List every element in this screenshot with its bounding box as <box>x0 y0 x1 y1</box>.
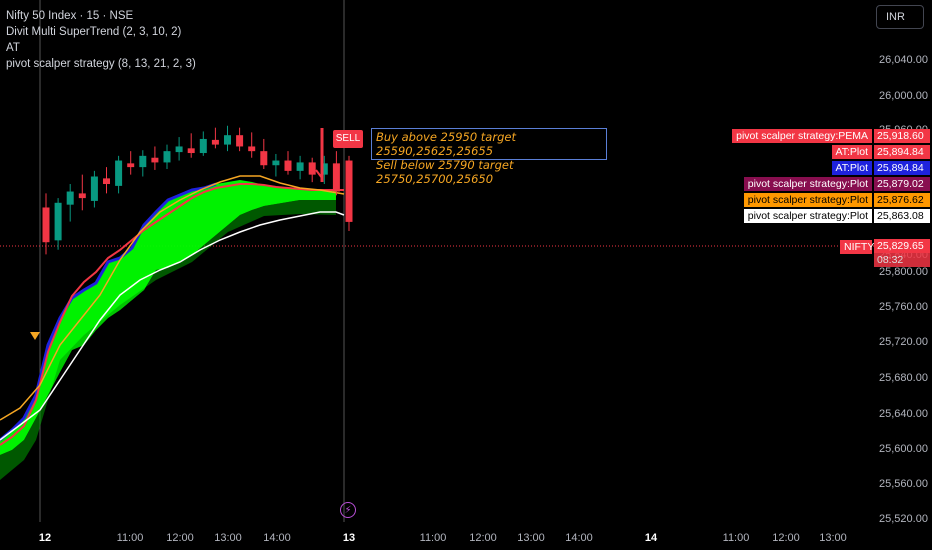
price-chart[interactable] <box>0 0 932 550</box>
plot-label-value: 25,918.60 <box>874 129 930 143</box>
indicator-at[interactable]: AT <box>6 40 196 56</box>
time-axis-tick: 11:00 <box>722 532 750 544</box>
plot-label-name: AT:Plot <box>831 161 872 175</box>
symbol-title[interactable]: Nifty 50 Index · 15 · NSE <box>6 8 196 24</box>
chart-legend: Nifty 50 Index · 15 · NSE Divit Multi Su… <box>6 8 196 72</box>
plot-label-value: 25,894.84 <box>874 145 930 159</box>
candle-body <box>115 160 123 186</box>
target-annotation-box: Buy above 25950 target 25590,25625,25655… <box>371 128 607 186</box>
plot-label-name: AT:Plot <box>831 145 872 159</box>
price-axis-tick: 25,520.00 <box>879 513 928 525</box>
time-axis-tick: 12:00 <box>166 532 194 544</box>
candle-body <box>187 148 195 154</box>
indicator-supertrend[interactable]: Divit Multi SuperTrend (2, 3, 10, 2) <box>6 24 196 40</box>
time-axis-tick: 13:00 <box>517 532 545 544</box>
time-axis-tick: 14:00 <box>565 532 593 544</box>
candle-body <box>308 162 316 175</box>
candle-body <box>272 160 280 166</box>
candle-body <box>284 160 292 171</box>
price-axis-tick: 25,800.00 <box>879 266 928 278</box>
plot-label-value: 25,879.02 <box>874 177 930 191</box>
plot-label-name: pivot scalper strategy:Plot <box>743 209 872 223</box>
price-axis-tick: 25,600.00 <box>879 443 928 455</box>
candle-body <box>296 162 304 171</box>
plot-label-name: pivot scalper strategy:Plot <box>743 193 872 207</box>
buy-target-text: Buy above 25950 target 25590,25625,25655 <box>376 130 516 158</box>
price-axis-tick: 25,720.00 <box>879 336 928 348</box>
time-axis-tick: 11:00 <box>419 532 447 544</box>
time-axis-tick: 12:00 <box>469 532 497 544</box>
time-axis-tick: 12:00 <box>772 532 800 544</box>
indicator-pivot-scalper[interactable]: pivot scalper strategy (8, 13, 21, 2, 3) <box>6 56 196 72</box>
last-price-value: 25,829.65 <box>874 239 930 253</box>
candle-body <box>175 146 183 153</box>
candle-body <box>224 135 231 145</box>
candle-body <box>90 176 98 201</box>
price-axis-tick: 25,560.00 <box>879 478 928 490</box>
candle-body <box>151 157 159 163</box>
plot-label-name: pivot scalper strategy:Plot <box>743 177 872 191</box>
candle-body <box>78 193 86 199</box>
plot-label-value: 25,876.62 <box>874 193 930 207</box>
last-price-symbol: NIFTY <box>840 240 874 254</box>
currency-button[interactable]: INR <box>876 5 924 29</box>
price-axis-tick: 25,640.00 <box>879 408 928 420</box>
candle-body <box>248 146 256 152</box>
candle-body <box>139 155 147 168</box>
signal-triangle-down <box>30 332 40 340</box>
time-axis-tick: 13 <box>342 532 356 544</box>
lightning-icon[interactable]: ⚡ <box>340 502 356 518</box>
sell-signal-badge: SELL <box>333 130 363 148</box>
candle-body <box>163 151 171 163</box>
time-axis-tick: 13:00 <box>214 532 242 544</box>
price-axis-tick: 26,000.00 <box>879 90 928 102</box>
time-axis-tick: 14:00 <box>263 532 291 544</box>
time-axis-tick: 12 <box>38 532 52 544</box>
time-axis-tick: 14 <box>644 532 658 544</box>
candle-body <box>211 139 219 145</box>
time-axis-tick: 11:00 <box>116 532 144 544</box>
candle-body <box>103 178 110 185</box>
supertrend-fill-band <box>0 180 336 455</box>
price-axis-tick: 26,040.00 <box>879 54 928 66</box>
countdown-timer: 08:32 <box>874 253 930 267</box>
price-axis-tick: 25,680.00 <box>879 372 928 384</box>
candle-body <box>127 163 135 168</box>
plot-label-name: pivot scalper strategy:PEMA <box>732 129 872 143</box>
plot-label-value: 25,894.84 <box>874 161 930 175</box>
candle-body <box>42 207 50 243</box>
plot-label-value: 25,863.08 <box>874 209 930 223</box>
price-axis-tick: 25,760.00 <box>879 301 928 313</box>
candle-body <box>54 202 62 241</box>
chart-area[interactable]: Nifty 50 Index · 15 · NSE Divit Multi Su… <box>0 0 932 550</box>
candle-body <box>66 191 74 205</box>
candle-body <box>332 163 340 192</box>
time-axis-tick: 13:00 <box>819 532 847 544</box>
sell-target-text: Sell below 25790 target 25750,25700,2565… <box>376 158 514 186</box>
candle-body <box>236 135 244 147</box>
candle-body <box>345 160 353 222</box>
candle-body <box>199 138 207 154</box>
candle-body <box>260 151 268 166</box>
